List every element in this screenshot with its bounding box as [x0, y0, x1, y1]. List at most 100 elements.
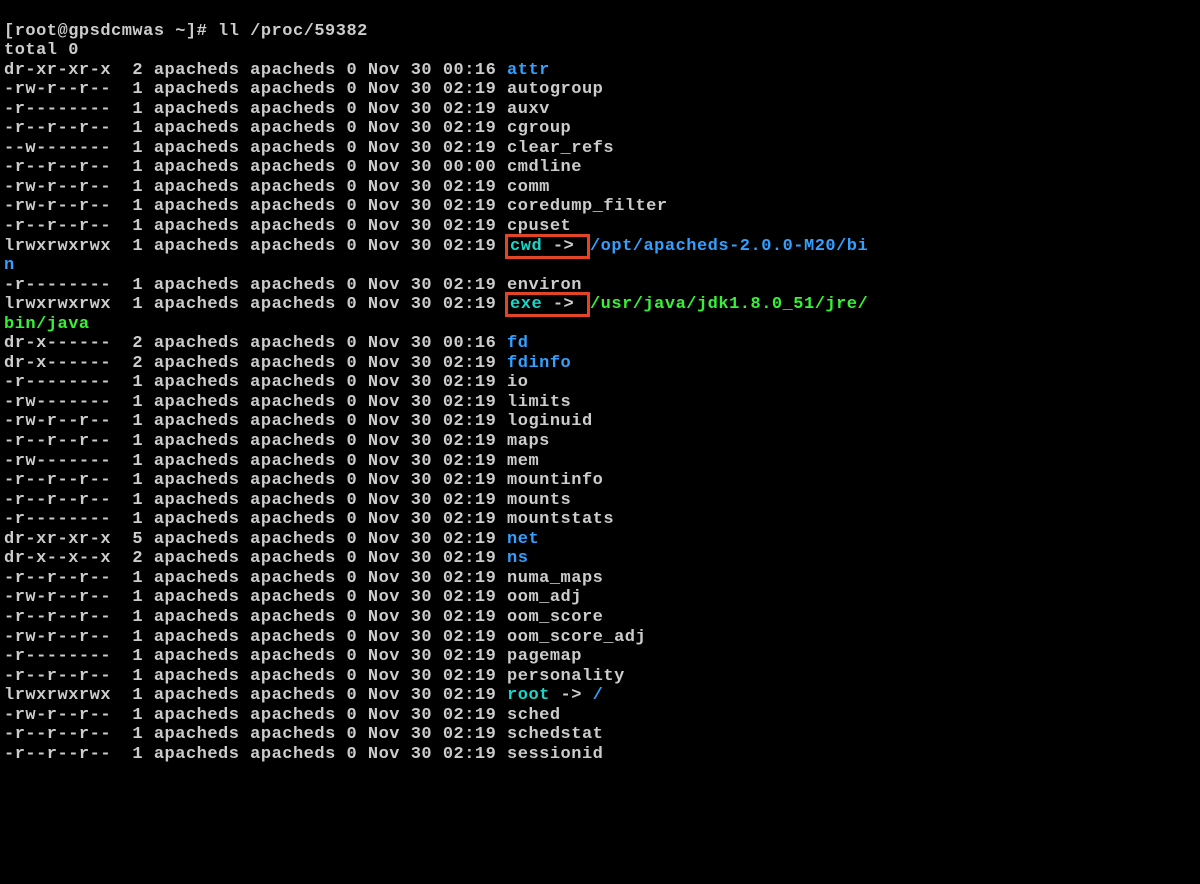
fname: numa_maps [507, 569, 603, 588]
owner: apacheds [154, 588, 250, 607]
owner: apacheds [154, 158, 250, 177]
group: apacheds [250, 530, 346, 549]
day: 30 [411, 745, 443, 764]
fname: auxv [507, 100, 550, 119]
fname: mem [507, 452, 539, 471]
links: 1 [111, 608, 154, 627]
group: apacheds [250, 491, 346, 510]
day: 30 [411, 725, 443, 744]
owner: apacheds [154, 276, 250, 295]
time: 02:19 [443, 686, 497, 705]
link-target-wrap: bin/java [4, 315, 90, 334]
time: 02:19 [443, 491, 497, 510]
links: 1 [111, 667, 154, 686]
links: 1 [111, 647, 154, 666]
size: 0 [347, 608, 368, 627]
list-row: -r-------- 1 apacheds apacheds 0 Nov 30 … [4, 373, 1196, 393]
time: 00:16 [443, 61, 497, 80]
owner: apacheds [154, 178, 250, 197]
size: 0 [347, 276, 368, 295]
group: apacheds [250, 412, 346, 431]
prompt-line: [root@gpsdcmwas ~]# ll /proc/59382 [4, 22, 1196, 42]
owner: apacheds [154, 334, 250, 353]
list-row: -r--r--r-- 1 apacheds apacheds 0 Nov 30 … [4, 471, 1196, 491]
links: 1 [111, 706, 154, 725]
fname: fdinfo [507, 354, 571, 373]
owner: apacheds [154, 393, 250, 412]
size: 0 [347, 491, 368, 510]
day: 30 [411, 197, 443, 216]
list-row-wrap: bin/java [4, 315, 1196, 335]
fname: clear_refs [507, 139, 614, 158]
time: 02:19 [443, 588, 497, 607]
month: Nov [368, 667, 411, 686]
fname: mounts [507, 491, 571, 510]
month: Nov [368, 686, 411, 705]
day: 30 [411, 706, 443, 725]
group: apacheds [250, 80, 346, 99]
group: apacheds [250, 725, 346, 744]
perms: dr-xr-xr-x [4, 530, 111, 549]
link-target: / [593, 686, 604, 705]
month: Nov [368, 510, 411, 529]
group: apacheds [250, 608, 346, 627]
fname: attr [507, 61, 550, 80]
owner: apacheds [154, 725, 250, 744]
time: 02:19 [443, 745, 497, 764]
highlight-box: exe -> [505, 292, 590, 317]
time: 02:19 [443, 139, 497, 158]
perms: lrwxrwxrwx [4, 295, 111, 314]
month: Nov [368, 119, 411, 138]
list-row: dr-x--x--x 2 apacheds apacheds 0 Nov 30 … [4, 549, 1196, 569]
size: 0 [347, 373, 368, 392]
links: 1 [111, 119, 154, 138]
size: 0 [347, 80, 368, 99]
time: 02:19 [443, 393, 497, 412]
group: apacheds [250, 510, 346, 529]
owner: apacheds [154, 686, 250, 705]
list-row: -r-------- 1 apacheds apacheds 0 Nov 30 … [4, 647, 1196, 667]
time: 02:19 [443, 412, 497, 431]
owner: apacheds [154, 471, 250, 490]
list-row: -r--r--r-- 1 apacheds apacheds 0 Nov 30 … [4, 491, 1196, 511]
group: apacheds [250, 334, 346, 353]
links: 1 [111, 217, 154, 236]
day: 30 [411, 412, 443, 431]
links: 1 [111, 197, 154, 216]
size: 0 [347, 549, 368, 568]
list-row: -rw------- 1 apacheds apacheds 0 Nov 30 … [4, 393, 1196, 413]
perms: -r--r--r-- [4, 158, 111, 177]
listing: dr-xr-xr-x 2 apacheds apacheds 0 Nov 30 … [4, 61, 1196, 765]
list-row: dr-xr-xr-x 5 apacheds apacheds 0 Nov 30 … [4, 530, 1196, 550]
time: 02:19 [443, 237, 497, 256]
list-row: -r-------- 1 apacheds apacheds 0 Nov 30 … [4, 100, 1196, 120]
group: apacheds [250, 745, 346, 764]
month: Nov [368, 608, 411, 627]
day: 30 [411, 158, 443, 177]
day: 30 [411, 549, 443, 568]
perms: lrwxrwxrwx [4, 686, 111, 705]
fname: personality [507, 667, 625, 686]
day: 30 [411, 452, 443, 471]
owner: apacheds [154, 80, 250, 99]
month: Nov [368, 549, 411, 568]
fname: ns [507, 549, 528, 568]
group: apacheds [250, 549, 346, 568]
links: 1 [111, 471, 154, 490]
day: 30 [411, 80, 443, 99]
size: 0 [347, 432, 368, 451]
size: 0 [347, 237, 368, 256]
links: 2 [111, 549, 154, 568]
month: Nov [368, 276, 411, 295]
list-row: -rw-r--r-- 1 apacheds apacheds 0 Nov 30 … [4, 706, 1196, 726]
links: 1 [111, 745, 154, 764]
links: 1 [111, 686, 154, 705]
list-row: -rw-r--r-- 1 apacheds apacheds 0 Nov 30 … [4, 628, 1196, 648]
time: 02:19 [443, 432, 497, 451]
links: 1 [111, 412, 154, 431]
month: Nov [368, 334, 411, 353]
size: 0 [347, 178, 368, 197]
links: 1 [111, 80, 154, 99]
month: Nov [368, 80, 411, 99]
list-row: -r--r--r-- 1 apacheds apacheds 0 Nov 30 … [4, 158, 1196, 178]
